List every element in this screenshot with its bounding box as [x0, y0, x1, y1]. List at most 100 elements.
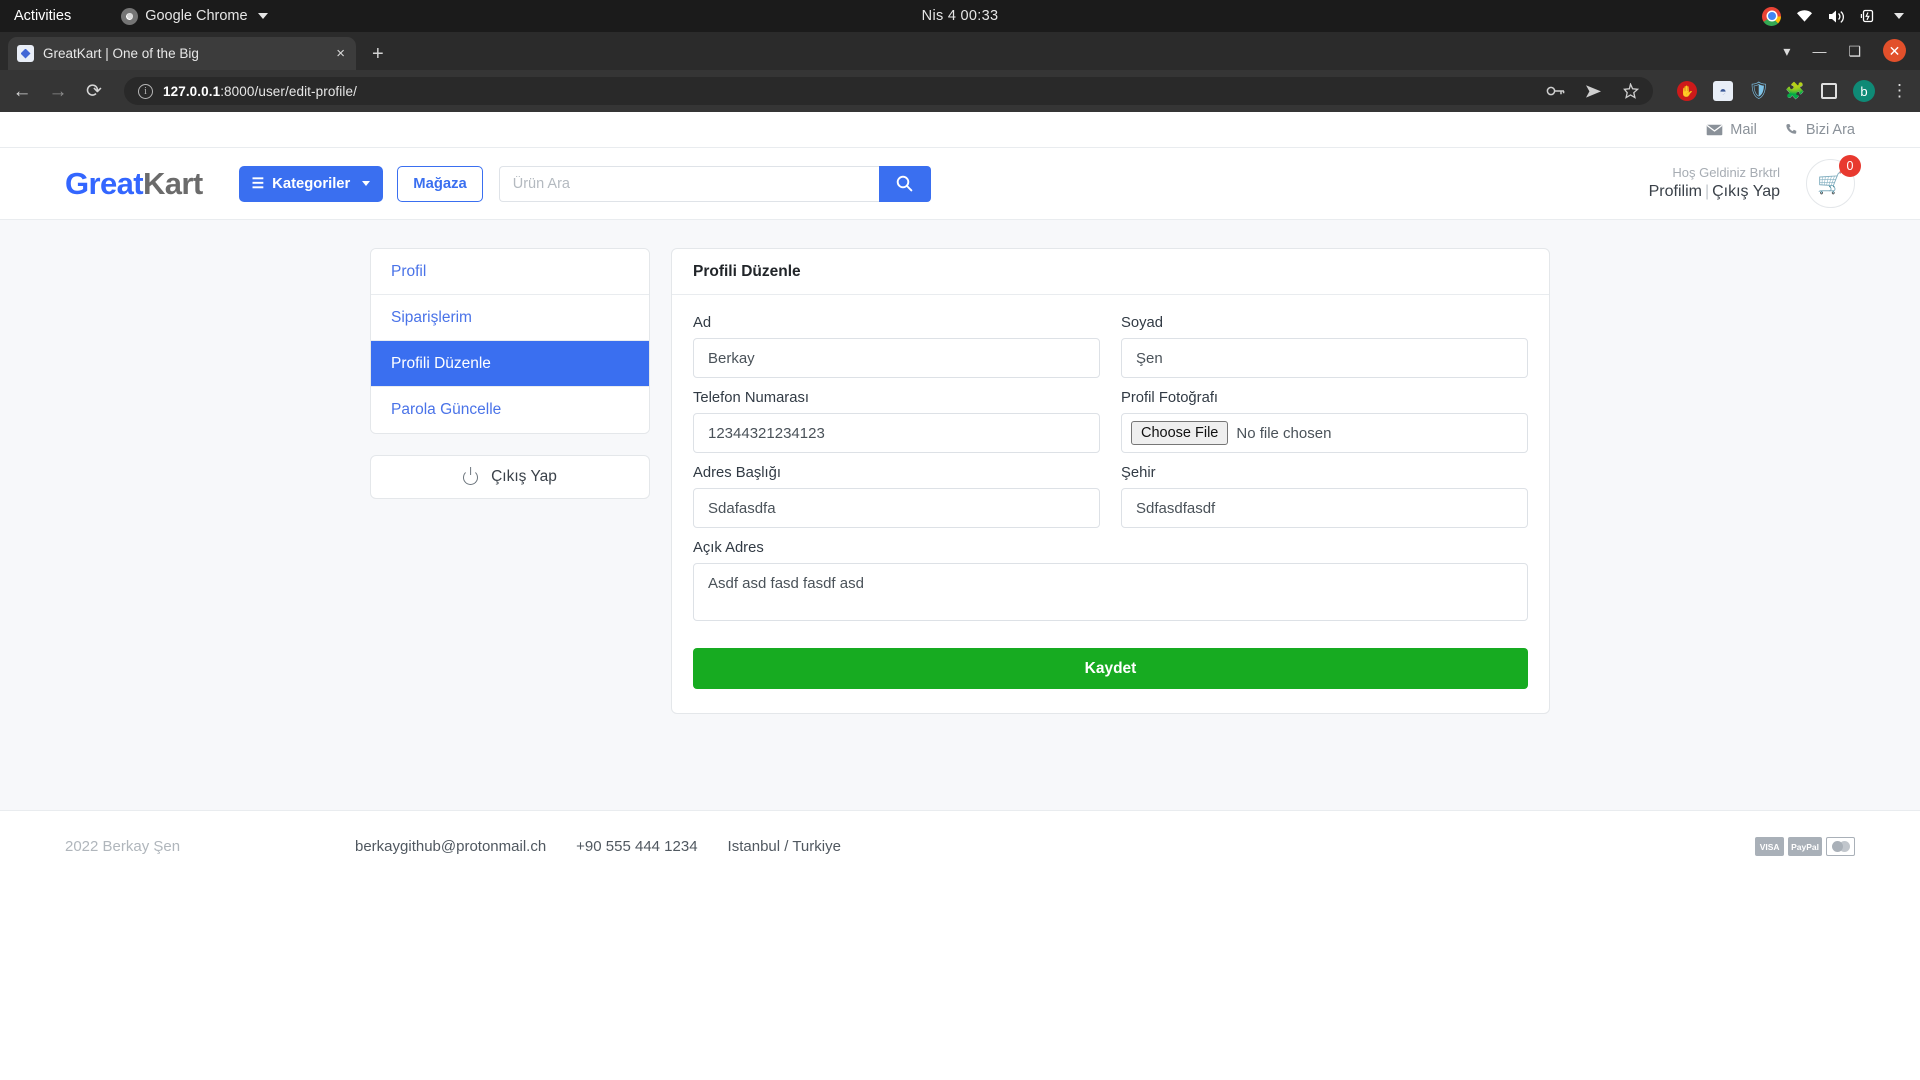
search-input[interactable] — [498, 165, 879, 202]
share-icon[interactable] — [1585, 84, 1602, 99]
footer-payment-icons: VISA PayPal — [1755, 837, 1855, 856]
choose-file-button[interactable]: Choose File — [1131, 421, 1229, 445]
browser-tab[interactable]: GreatKart | One of the Big × — [8, 37, 356, 70]
profile-avatar-icon[interactable]: b — [1853, 80, 1875, 102]
password-key-icon[interactable] — [1546, 84, 1565, 98]
system-tray[interactable] — [1762, 6, 1904, 26]
user-account-block: Hoş Geldiniz Brktrl Profilim | Çıkış Yap — [1649, 164, 1780, 203]
account-sidebar: Profil Siparişlerim Profili Düzenle Paro… — [370, 248, 650, 714]
shop-button[interactable]: Mağaza — [397, 165, 483, 202]
field-city: Şehir — [1121, 465, 1528, 528]
first-name-input[interactable] — [693, 338, 1100, 378]
file-status-text: No file chosen — [1236, 424, 1332, 442]
tray-chevron-down-icon[interactable] — [1894, 13, 1904, 19]
chrome-tray-icon[interactable] — [1762, 6, 1781, 26]
bookmark-star-icon[interactable] — [1622, 83, 1639, 99]
hamburger-icon: ☰ — [251, 175, 265, 191]
close-tab-icon[interactable]: × — [334, 45, 347, 62]
profile-photo-file-input[interactable]: Choose File No file chosen — [1121, 413, 1528, 453]
last-name-label: Soyad — [1121, 315, 1163, 331]
phone-icon — [1786, 123, 1797, 134]
first-name-label: Ad — [693, 315, 712, 331]
cart-widget[interactable]: 🛒 0 — [1806, 155, 1861, 208]
volume-icon[interactable] — [1828, 9, 1845, 24]
tab-title: GreatKart | One of the Big — [43, 46, 199, 61]
profile-link[interactable]: Profilim — [1649, 183, 1702, 200]
logo-first: Great — [65, 165, 144, 201]
sidebar-menu: Profil Siparişlerim Profili Düzenle Paro… — [370, 248, 650, 434]
last-name-input[interactable] — [1121, 338, 1528, 378]
call-link[interactable]: Bizi Ara — [1785, 122, 1855, 138]
profile-photo-label: Profil Fotoğrafı — [1121, 390, 1219, 406]
site-footer: 2022 Berkay Şen berkaygithub@protonmail.… — [0, 810, 1920, 882]
save-button[interactable]: Kaydet — [693, 648, 1528, 689]
cart-count-badge: 0 — [1839, 155, 1861, 177]
bitwarden-icon[interactable]: ◓ — [1713, 81, 1733, 101]
search-submit-button[interactable] — [878, 165, 931, 202]
tab-search-chevron-icon[interactable]: ▾ — [1783, 44, 1790, 58]
url-host: 127.0.0.1 — [163, 83, 221, 99]
logout-link[interactable]: Çıkış Yap — [1712, 183, 1780, 200]
envelope-icon — [1706, 124, 1723, 135]
field-first-name: Ad — [693, 315, 1100, 378]
call-label: Bizi Ara — [1805, 121, 1855, 138]
new-tab-button[interactable]: + — [372, 44, 384, 64]
field-profile-photo: Profil Fotoğrafı Choose File No file cho… — [1121, 390, 1528, 453]
site-logo[interactable]: GreatKart — [65, 166, 203, 202]
field-last-name: Soyad — [1121, 315, 1528, 378]
field-phone: Telefon Numarası — [693, 390, 1100, 453]
sidebar-item-parola-guncelle[interactable]: Parola Güncelle — [371, 387, 649, 433]
full-address-label: Açık Adres — [693, 540, 764, 556]
ublock-icon[interactable]: ✋ — [1677, 81, 1697, 101]
chrome-app-icon — [121, 7, 139, 25]
maximize-button[interactable]: ❑ — [1848, 44, 1861, 58]
edit-profile-card: Profili Düzenle Ad Soyad — [671, 248, 1550, 714]
city-input[interactable] — [1121, 488, 1528, 528]
gnome-top-bar: Activities Google Chrome Nis 4 00:33 — [0, 0, 1920, 32]
site-info-icon[interactable]: i — [138, 83, 153, 99]
chrome-menu-icon[interactable]: ⋮ — [1891, 82, 1908, 99]
edit-profile-form: Ad Soyad Telefon Numarası — [672, 295, 1549, 713]
minimize-button[interactable]: — — [1812, 44, 1826, 58]
app-menu-chrome[interactable]: Google Chrome — [121, 7, 268, 25]
window-controls: ▾ — ❑ ✕ — [1783, 34, 1920, 67]
favicon-greatkart-icon — [17, 45, 34, 62]
mastercard-icon — [1826, 837, 1855, 856]
link-separator: | — [1704, 183, 1710, 201]
logo-second: Kart — [142, 165, 203, 201]
form-row-full-address: Açık Adres Asdf asd fasd fasdf asd — [693, 540, 1528, 638]
system-clock[interactable]: Nis 4 00:33 — [922, 0, 999, 32]
footer-email[interactable]: berkaygithub@protonmail.ch — [355, 838, 546, 855]
sidebar-logout-button[interactable]: Çıkış Yap — [370, 455, 650, 499]
sidebar-item-profili-duzenle[interactable]: Profili Düzenle — [371, 341, 649, 387]
mail-link[interactable]: Mail — [1706, 122, 1757, 138]
close-window-button[interactable]: ✕ — [1883, 39, 1906, 62]
footer-phone: +90 555 444 1234 — [576, 838, 698, 855]
content-container: Profil Siparişlerim Profili Düzenle Paro… — [370, 248, 1550, 714]
site-header: GreatKart ☰ Kategoriler Mağaza Hoş Geldi… — [0, 148, 1920, 220]
activities-button[interactable]: Activities — [14, 8, 71, 24]
address-bar[interactable]: i 127.0.0.1:8000/user/edit-profile/ — [124, 77, 1653, 105]
wifi-icon[interactable] — [1796, 9, 1813, 23]
reload-icon[interactable]: ⟳ — [84, 82, 104, 101]
welcome-text: Hoş Geldiniz Brktrl — [1672, 164, 1780, 180]
power-icon — [463, 469, 479, 485]
sidebar-item-profil[interactable]: Profil — [371, 249, 649, 295]
card-title: Profili Düzenle — [672, 249, 1549, 295]
address-title-label: Adres Başlığı — [693, 465, 782, 481]
sidebar-item-siparislerim[interactable]: Siparişlerim — [371, 295, 649, 341]
categories-label: Kategoriler — [272, 175, 351, 192]
phone-label: Telefon Numarası — [693, 390, 809, 406]
battery-icon[interactable] — [1860, 9, 1876, 23]
categories-button[interactable]: ☰ Kategoriler — [238, 165, 384, 202]
address-title-input[interactable] — [693, 488, 1100, 528]
extensions-puzzle-icon[interactable]: 🧩 — [1785, 81, 1805, 101]
shield-icon[interactable]: 🛡 — [1748, 81, 1770, 101]
back-icon[interactable]: ← — [12, 82, 32, 101]
visa-icon: VISA — [1755, 837, 1785, 856]
side-panel-icon[interactable] — [1821, 83, 1837, 99]
paypal-icon: PayPal — [1788, 837, 1822, 856]
full-address-textarea[interactable]: Asdf asd fasd fasdf asd — [693, 563, 1528, 621]
forward-icon[interactable]: → — [48, 82, 68, 101]
phone-input[interactable] — [693, 413, 1100, 453]
